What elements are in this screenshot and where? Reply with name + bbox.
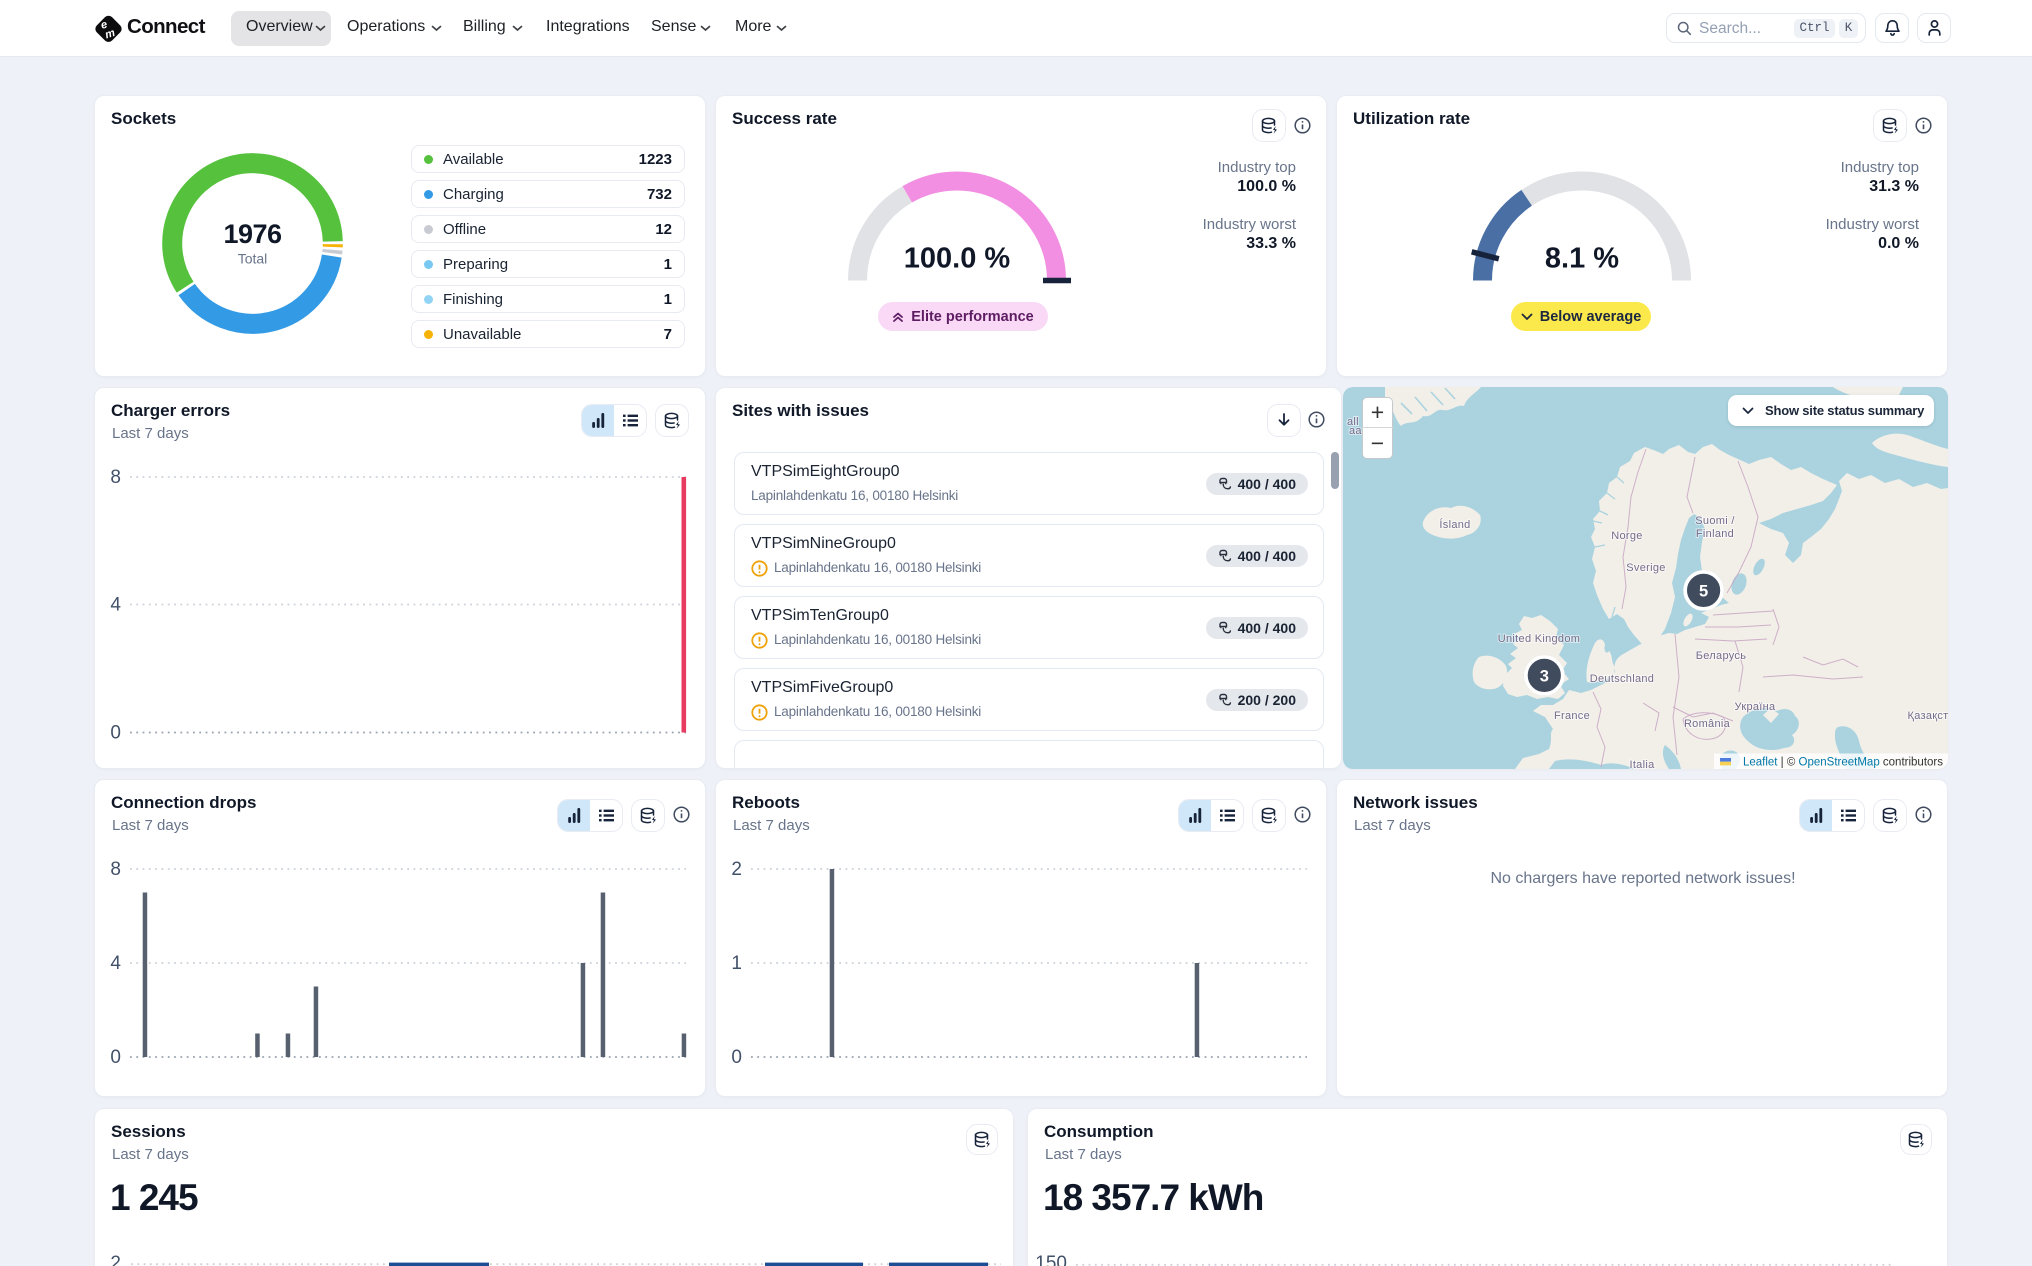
- svg-text:Total: Total: [238, 251, 268, 267]
- svg-text:3: 3: [1540, 668, 1549, 686]
- svg-text:United Kingdom: United Kingdom: [1498, 633, 1580, 645]
- svg-text:aa: aa: [1349, 425, 1362, 437]
- svg-text:France: France: [1554, 710, 1590, 722]
- svg-text:0: 0: [110, 1047, 121, 1068]
- svg-text:Беларусь: Беларусь: [1696, 650, 1747, 662]
- svg-text:100.0 %: 100.0 %: [904, 243, 1011, 275]
- svg-text:Leaflet | © OpenStreetMap cont: Leaflet | © OpenStreetMap contributors: [1743, 757, 1943, 769]
- svg-text:150: 150: [1035, 1253, 1067, 1266]
- svg-text:1: 1: [731, 953, 742, 974]
- svg-text:8: 8: [110, 859, 121, 880]
- svg-text:2: 2: [731, 859, 742, 880]
- svg-text:0: 0: [731, 1047, 742, 1068]
- svg-text:8: 8: [110, 467, 121, 488]
- svg-text:5: 5: [1699, 583, 1708, 601]
- svg-text:0: 0: [110, 723, 121, 744]
- svg-text:România: România: [1684, 718, 1731, 730]
- svg-text:Україна: Україна: [1735, 701, 1776, 713]
- svg-text:Finland: Finland: [1696, 528, 1734, 540]
- svg-text:Norge: Norge: [1611, 530, 1642, 542]
- svg-text:1976: 1976: [223, 219, 282, 249]
- svg-text:Italia: Italia: [1629, 759, 1655, 769]
- svg-text:Deutschland: Deutschland: [1590, 673, 1654, 685]
- svg-text:Қазақст: Қазақст: [1907, 710, 1948, 722]
- svg-text:Suomi /: Suomi /: [1695, 515, 1735, 527]
- svg-text:4: 4: [110, 595, 121, 616]
- svg-text:Sverige: Sverige: [1626, 562, 1665, 574]
- svg-text:8.1 %: 8.1 %: [1545, 243, 1619, 275]
- svg-text:Ísland: Ísland: [1439, 518, 1470, 531]
- svg-text:2: 2: [110, 1253, 121, 1266]
- svg-text:4: 4: [110, 953, 121, 974]
